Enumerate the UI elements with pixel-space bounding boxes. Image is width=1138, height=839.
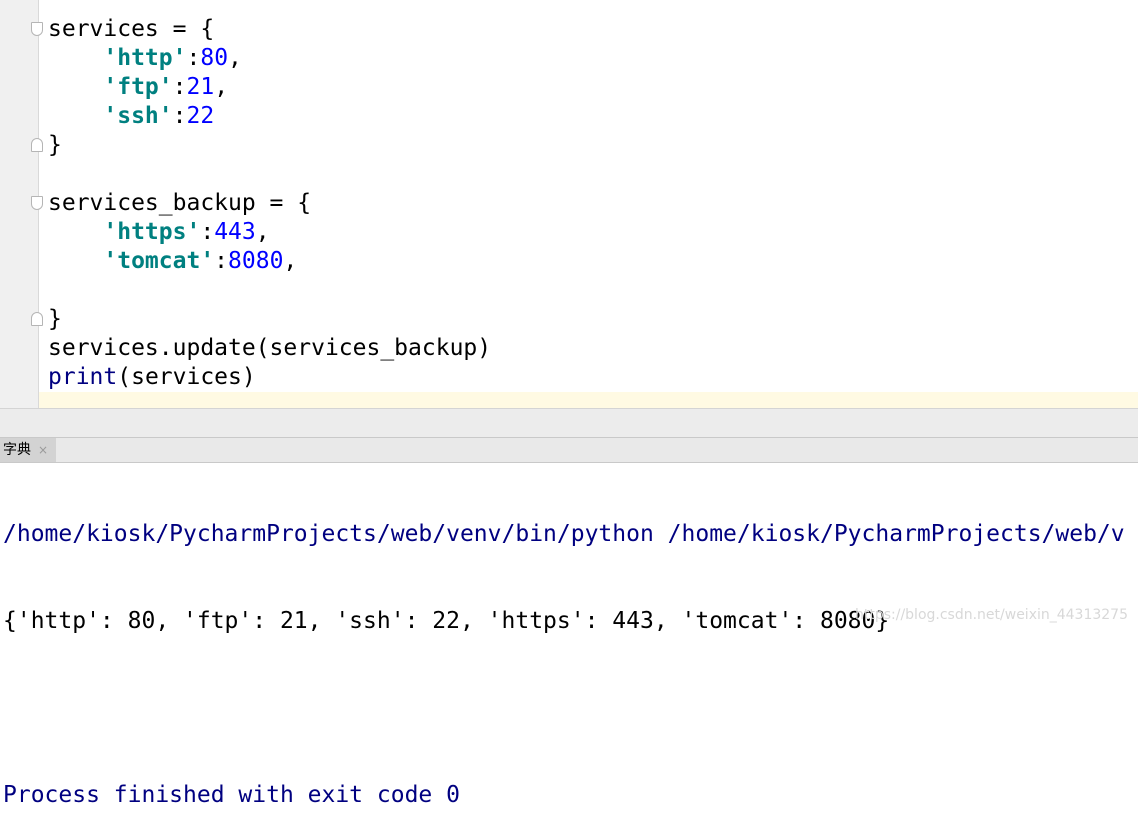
fold-open-icon[interactable] [31,196,43,210]
code-line: } [48,305,491,334]
code-token-plain: services.update(services_backup) [48,335,492,361]
code-token-plain: , [214,74,229,100]
code-line: services.update(services_backup) [48,334,491,363]
code-line: 'ssh':22 [48,102,491,131]
code-token-str: 'http' [103,45,187,71]
run-tool-window-header: 字典 × [0,438,1138,463]
code-editor[interactable]: services = { 'http':80, 'ftp':21, 'ssh':… [0,0,1138,408]
code-token-num: 21 [186,74,215,100]
code-token-plain: } [48,132,62,158]
fold-open-icon[interactable] [31,22,43,36]
editor-gutter [0,0,43,408]
run-console[interactable]: /home/kiosk/PycharmProjects/web/venv/bin… [3,462,1125,839]
code-token-str: 'https' [103,219,201,245]
editor-breadcrumb-bar [0,408,1138,438]
code-token-str: 'ftp' [103,74,173,100]
code-token-plain: : [172,74,187,100]
code-token-plain: services_backup = { [48,190,312,216]
code-line: print(services) [48,363,491,392]
code-line: 'ftp':21, [48,73,491,102]
code-token-plain: (services) [117,364,256,390]
code-token-plain: } [48,306,62,332]
watermark-text: https://blog.csdn.net/weixin_44313275 [854,607,1128,623]
code-line: 'https':443, [48,218,491,247]
code-token-plain: : [214,248,229,274]
code-token-str: 'tomcat' [103,248,215,274]
code-token-plain: , [228,45,242,71]
code-line: services = { [48,15,491,44]
code-area[interactable]: services = { 'http':80, 'ftp':21, 'ssh':… [48,15,491,392]
console-command-line: /home/kiosk/PycharmProjects/web/venv/bin… [3,521,1125,547]
code-line: services_backup = { [48,189,491,218]
fold-close-icon[interactable] [31,312,43,326]
code-token-plain: , [283,248,298,274]
run-tab-label: 字典 [3,442,31,458]
code-token-plain: services = { [48,16,215,42]
code-token-plain: : [200,219,215,245]
code-token-plain: : [172,103,187,129]
code-line: 'http':80, [48,44,491,73]
code-token-builtin: print [48,364,118,390]
code-token-num: 443 [214,219,256,245]
code-token-num: 80 [200,45,229,71]
code-token-num: 8080 [228,248,284,274]
code-token-plain: : [186,45,201,71]
console-exit-message: Process finished with exit code 0 [3,782,460,808]
code-token-str: 'ssh' [103,103,173,129]
code-line: 'tomcat':8080, [48,247,491,276]
current-line-highlight [0,392,1138,408]
fold-close-icon[interactable] [31,138,43,152]
run-tab[interactable]: 字典 × [0,438,56,462]
code-token-num: 22 [186,103,215,129]
code-line: } [48,131,491,160]
close-icon[interactable]: × [38,438,48,462]
code-token-plain: , [255,219,270,245]
